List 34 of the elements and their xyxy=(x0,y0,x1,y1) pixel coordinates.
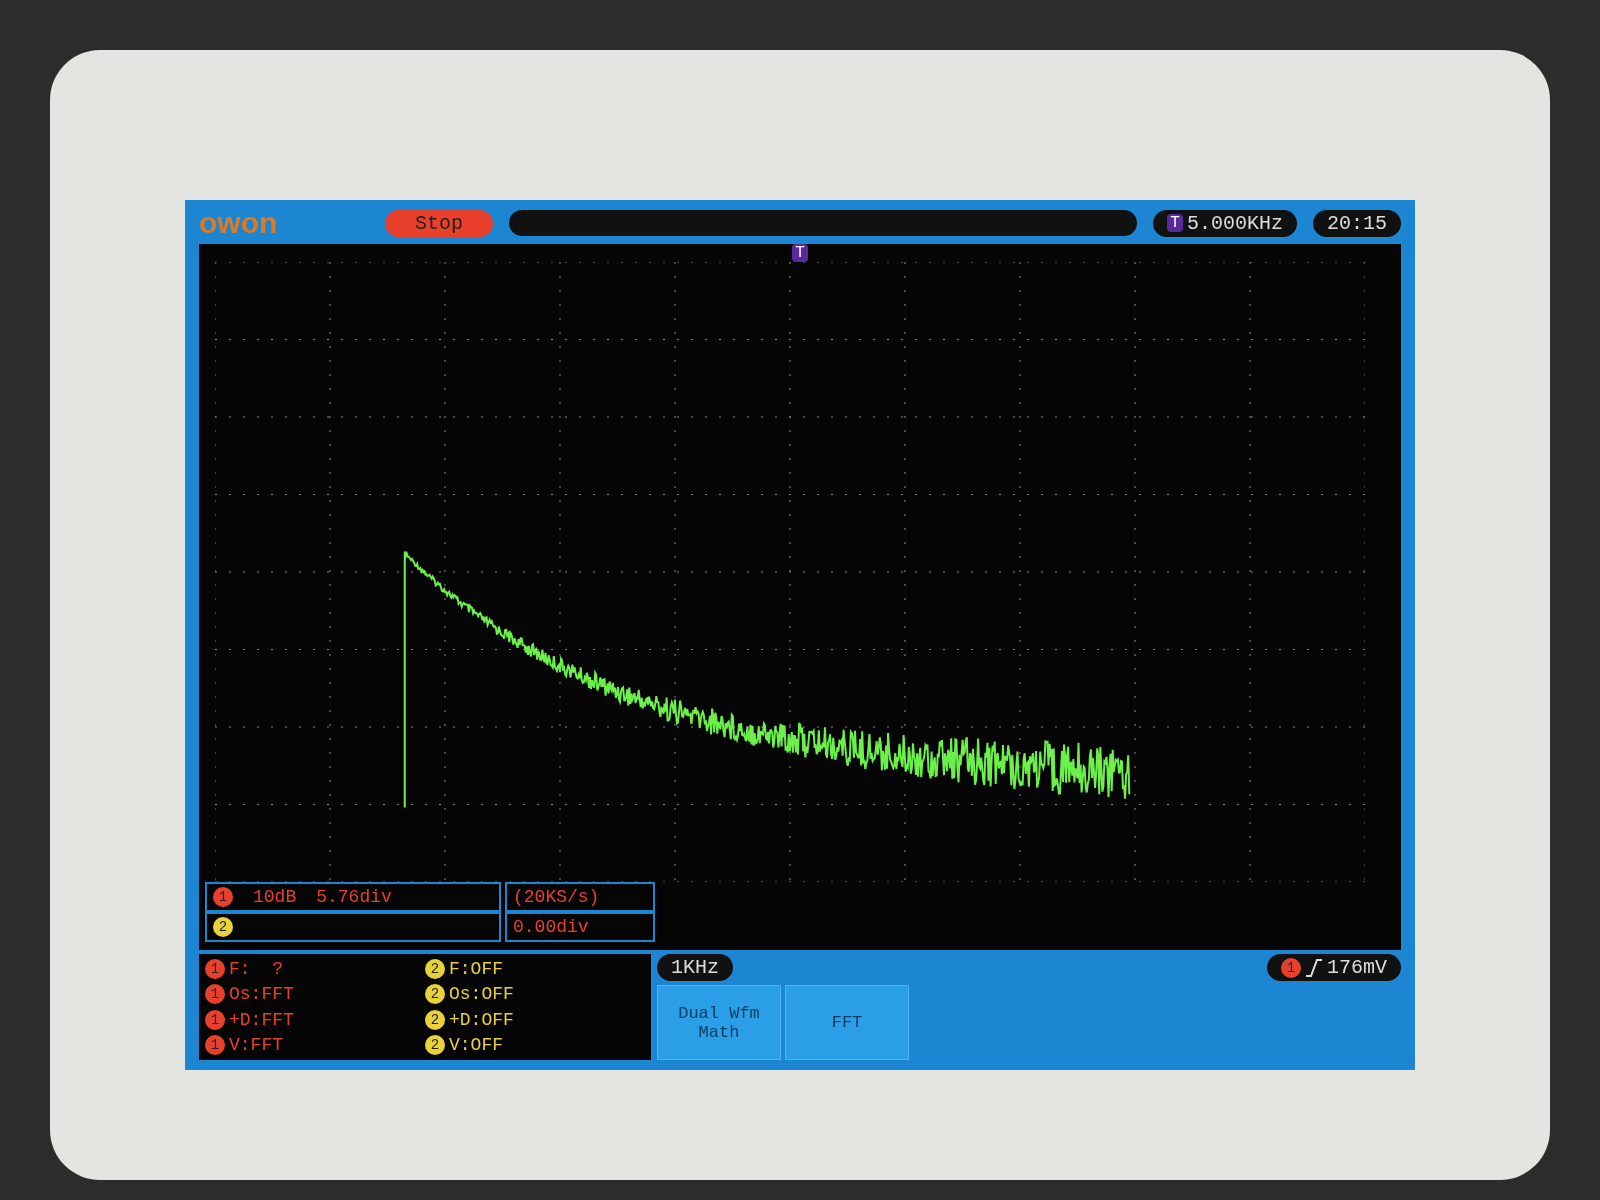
measurement-text: Os:FFT xyxy=(229,984,294,1005)
measurement-text: Os:OFF xyxy=(449,984,514,1005)
channel-scale: 10dB xyxy=(253,887,297,907)
frequency-scale: 1KHz xyxy=(657,954,733,981)
measurement-text: F:OFF xyxy=(449,958,503,979)
channel-dot: 2 xyxy=(425,984,445,1005)
run-state-badge[interactable]: Stop xyxy=(385,209,493,237)
measurement-text: V:OFF xyxy=(449,1035,503,1056)
channel-dot: 1 xyxy=(205,958,225,979)
channel-dot: 1 xyxy=(205,1035,225,1056)
channel-position: 5.76div xyxy=(316,887,392,907)
trigger-level-value: 176mV xyxy=(1327,956,1387,979)
channel-dot: 2 xyxy=(425,1009,445,1030)
channel-dot: 1 xyxy=(213,887,233,907)
frequency-value: 5.000KHz xyxy=(1186,211,1283,235)
channel-dot: 2 xyxy=(425,958,445,979)
menu-button[interactable]: FFT xyxy=(785,985,909,1060)
clock: 20:15 xyxy=(1313,209,1401,237)
measurement-text: +D:OFF xyxy=(449,1009,514,1030)
channel-dot: 1 xyxy=(205,984,225,1005)
channel-dot: 1 xyxy=(205,1009,225,1030)
measurement-text: +D:FFT xyxy=(229,1009,294,1030)
timebase-offset: 0.00div xyxy=(505,912,655,942)
channel-dot: 2 xyxy=(425,1035,445,1056)
rising-edge-icon xyxy=(1305,957,1323,978)
channel-dot: 2 xyxy=(213,917,233,937)
measurement-text: F: ? xyxy=(229,958,283,979)
logo: owon xyxy=(199,206,279,240)
trigger-marker: T xyxy=(792,244,808,262)
menu-button[interactable]: Dual Wfm Math xyxy=(657,985,781,1060)
timebase-rate: (20KS/s) xyxy=(505,882,655,912)
trigger-marker: T xyxy=(1167,214,1183,232)
channel-dot: 1 xyxy=(1281,957,1301,978)
measurement-text: V:FFT xyxy=(229,1035,283,1056)
